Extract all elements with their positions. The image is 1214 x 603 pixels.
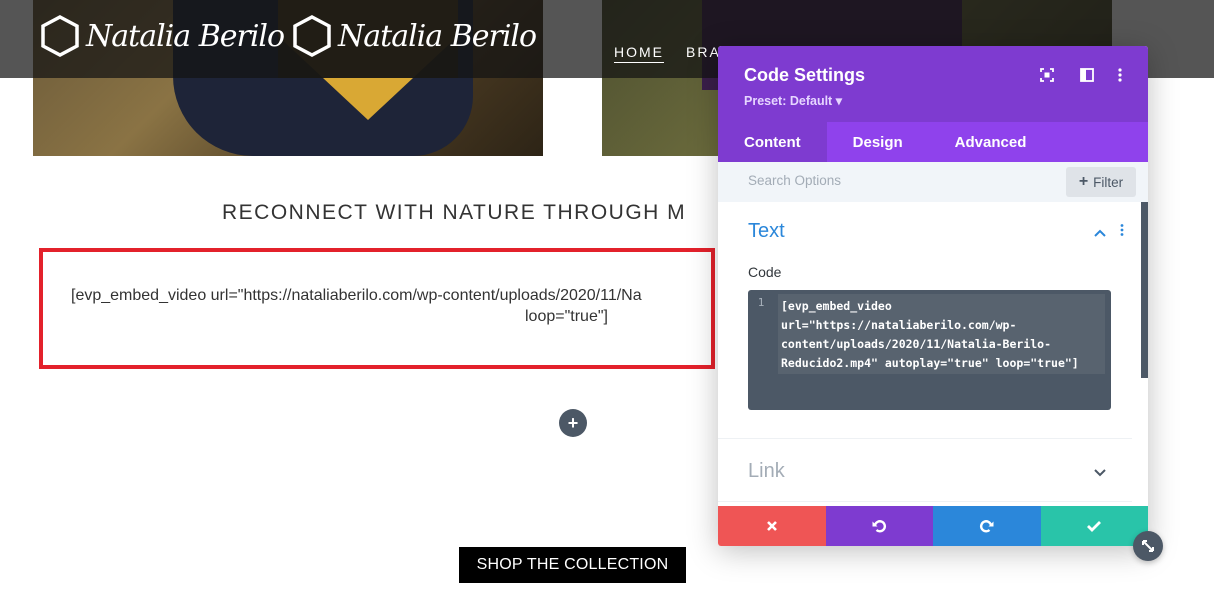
logo-text: Natalia Berilo: [338, 18, 537, 54]
tab-advanced[interactable]: Advanced: [929, 122, 1053, 162]
check-icon: [1087, 521, 1102, 532]
resize-arrows-icon: [1142, 540, 1154, 552]
nav-item-home[interactable]: HOME: [614, 44, 664, 63]
plus-icon: +: [1078, 173, 1089, 190]
group-options-icon[interactable]: [1120, 224, 1124, 236]
hexagon-logo-icon: [292, 15, 332, 57]
undo-icon: [872, 520, 887, 533]
settings-body: Text Code 1 [evp_embed_video url="https:…: [718, 202, 1148, 506]
group-divider: [718, 501, 1132, 502]
split-view-icon[interactable]: [1078, 66, 1096, 84]
filter-label: Filter: [1093, 174, 1124, 190]
nav-item-brand[interactable]: BRA: [686, 44, 721, 63]
more-vertical-icon[interactable]: [1111, 66, 1129, 84]
chevron-up-icon[interactable]: [1094, 224, 1106, 242]
close-icon: [766, 521, 777, 531]
search-options-input[interactable]: Search Options: [748, 173, 841, 188]
code-field-label: Code: [748, 264, 782, 280]
cancel-button[interactable]: [718, 506, 826, 546]
code-module-highlighted[interactable]: [evp_embed_video url="https://nataliaber…: [39, 248, 715, 369]
modal-title: Code Settings: [744, 65, 866, 85]
code-editor[interactable]: 1 [evp_embed_video url="https://nataliab…: [748, 290, 1111, 410]
group-divider: [718, 438, 1132, 439]
search-options-bar: Search Options + Filter: [718, 162, 1148, 202]
tab-design[interactable]: Design: [827, 122, 929, 162]
preset-dropdown[interactable]: Preset: Default ▾: [744, 93, 842, 108]
filter-button[interactable]: + Filter: [1066, 167, 1136, 197]
settings-scrollbar[interactable]: [1141, 202, 1148, 378]
add-module-button[interactable]: +: [559, 409, 587, 437]
shortcode-line-1: [evp_embed_video url="https://nataliaber…: [71, 287, 642, 304]
hexagon-logo-icon: [40, 15, 80, 57]
code-settings-modal: Code Settings Preset: Default ▾ Content …: [718, 46, 1148, 546]
redo-button[interactable]: [933, 506, 1041, 546]
undo-button[interactable]: [825, 506, 933, 546]
chevron-down-icon[interactable]: [1094, 464, 1106, 482]
save-button[interactable]: [1040, 506, 1148, 546]
code-editor-value[interactable]: [evp_embed_video url="https://nataliaber…: [781, 297, 1101, 373]
site-logo-duplicate[interactable]: Natalia Berilo: [292, 10, 537, 62]
modal-footer: [718, 506, 1148, 546]
tab-content[interactable]: Content: [718, 122, 827, 162]
main-nav: HOME BRA: [614, 44, 721, 63]
modal-header: Code Settings Preset: Default ▾: [718, 46, 1148, 122]
redo-icon: [979, 520, 994, 533]
settings-tabs: Content Design Advanced: [718, 122, 1148, 162]
shortcode-text: [evp_embed_video url="https://nataliaber…: [71, 285, 711, 325]
fullscreen-icon[interactable]: [1038, 66, 1056, 84]
toggle-link-title[interactable]: Link: [748, 460, 785, 483]
shortcode-line-2: loop="true"]: [525, 308, 608, 325]
resize-handle[interactable]: [1133, 531, 1163, 561]
site-logo[interactable]: Natalia Berilo: [40, 10, 285, 62]
shop-collection-button[interactable]: SHOP THE COLLECTION: [459, 547, 686, 583]
toggle-text-title[interactable]: Text: [748, 220, 785, 243]
line-number: 1: [757, 296, 765, 309]
logo-text: Natalia Berilo: [86, 18, 285, 54]
section-heading: RECONNECT WITH NATURE THROUGH M: [222, 201, 687, 224]
